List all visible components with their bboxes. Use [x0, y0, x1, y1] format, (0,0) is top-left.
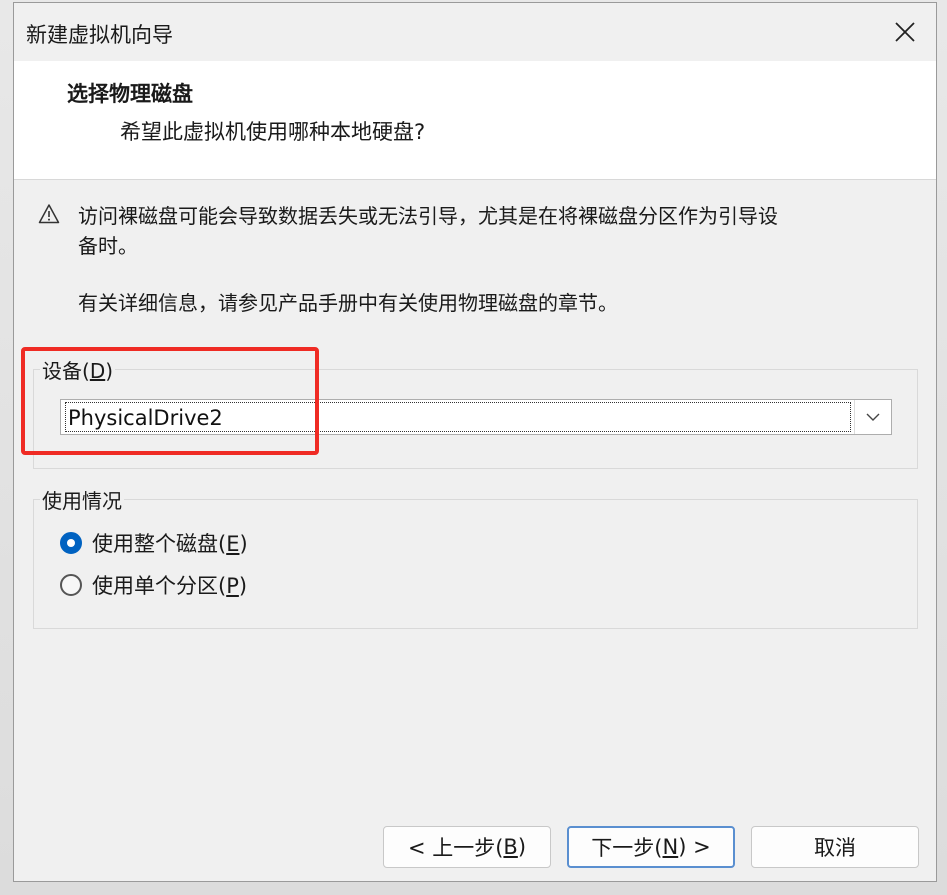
radio-single-partition-label[interactable]: 使用单个分区(P): [92, 571, 247, 601]
window-title: 新建虚拟机向导: [26, 23, 173, 47]
wizard-dialog: 新建虚拟机向导 选择物理磁盘 希望此虚拟机使用哪种本地硬盘? 访问裸磁盘可能会导…: [13, 2, 937, 882]
radio-single-partition[interactable]: [60, 574, 82, 596]
warning-text-line1: 访问裸磁盘可能会导致数据丢失或无法引导，尤其是在将裸磁盘分区作为引导设: [78, 204, 778, 228]
next-button[interactable]: 下一步(N) >: [567, 826, 735, 868]
wizard-header: 选择物理磁盘 希望此虚拟机使用哪种本地硬盘?: [14, 61, 936, 180]
warning-triangle-icon: [38, 204, 60, 224]
cancel-button[interactable]: 取消: [751, 826, 919, 868]
usage-label: 使用情况: [40, 485, 124, 514]
chevron-down-icon: [866, 413, 880, 421]
page-title: 选择物理磁盘: [67, 82, 193, 106]
annotation-highlight-box: [21, 347, 319, 455]
warning-text-line2: 备时。: [78, 234, 138, 258]
info-text: 有关详细信息，请参见产品手册中有关使用物理磁盘的章节。: [78, 291, 618, 315]
usage-group: [33, 499, 918, 629]
page-subtitle: 希望此虚拟机使用哪种本地硬盘?: [120, 120, 426, 144]
radio-whole-disk[interactable]: [60, 532, 82, 554]
close-icon: [895, 22, 915, 42]
title-bar: 新建虚拟机向导: [14, 3, 936, 61]
back-button[interactable]: < 上一步(B): [383, 826, 551, 868]
dropdown-button[interactable]: [854, 400, 891, 434]
close-button[interactable]: [890, 17, 920, 47]
radio-whole-disk-label[interactable]: 使用整个磁盘(E): [92, 529, 248, 559]
